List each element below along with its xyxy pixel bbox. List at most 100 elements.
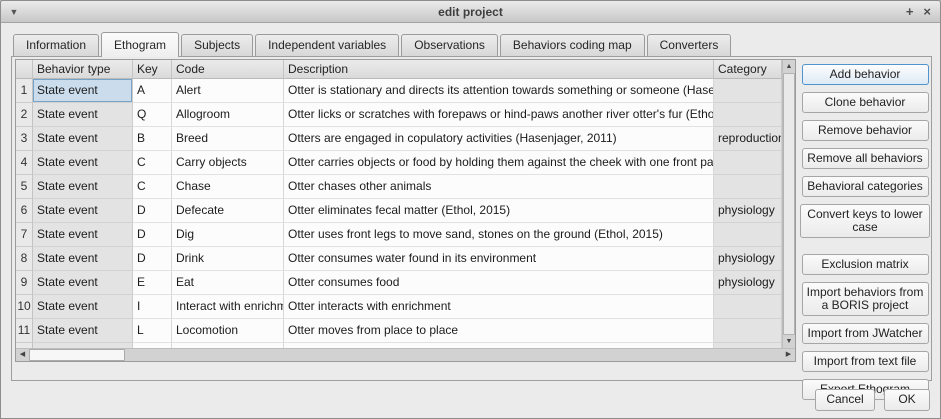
header-corner[interactable] (16, 60, 33, 79)
behavior-type-cell[interactable]: State event (33, 103, 133, 127)
tab-independent-variables[interactable]: Independent variables (255, 34, 399, 56)
maximize-button[interactable]: + (906, 5, 914, 18)
clone-behavior-button[interactable]: Clone behavior (802, 92, 929, 113)
row-number-cell[interactable]: 2 (16, 103, 33, 127)
row-number-cell[interactable]: 1 (16, 79, 33, 103)
title-bar[interactable]: ▼ edit project + × (1, 1, 940, 23)
scroll-left-icon[interactable]: ◀ (16, 349, 29, 361)
behavior-type-cell[interactable]: State event (33, 127, 133, 151)
category-cell[interactable] (714, 295, 782, 319)
key-cell[interactable]: L (133, 319, 172, 343)
category-cell[interactable] (714, 319, 782, 343)
cancel-button[interactable]: Cancel (815, 389, 875, 411)
behavior-type-cell[interactable]: State event (33, 175, 133, 199)
description-cell[interactable]: Otter moves from place to place (284, 319, 714, 343)
code-cell[interactable]: Interact with enrichment (172, 295, 284, 319)
description-cell[interactable]: Otter eliminates fecal matter (Ethol, 20… (284, 199, 714, 223)
behavior-type-cell[interactable]: State event (33, 247, 133, 271)
row-number-cell[interactable]: 7 (16, 223, 33, 247)
tab-information[interactable]: Information (13, 34, 99, 56)
tab-subjects[interactable]: Subjects (181, 34, 253, 56)
key-cell[interactable]: I (133, 295, 172, 319)
behavior-type-cell[interactable]: State event (33, 79, 133, 103)
vertical-scroll-handle[interactable] (783, 73, 795, 335)
category-cell[interactable] (714, 151, 782, 175)
ok-button[interactable]: OK (884, 389, 930, 411)
key-cell[interactable]: D (133, 223, 172, 247)
tab-observations[interactable]: Observations (401, 34, 498, 56)
row-number-cell[interactable]: 6 (16, 199, 33, 223)
remove-behavior-button[interactable]: Remove behavior (802, 120, 929, 141)
behavior-type-cell[interactable]: State event (33, 223, 133, 247)
behavior-type-cell[interactable]: State event (33, 199, 133, 223)
category-cell[interactable]: physiology (714, 199, 782, 223)
row-number-cell[interactable]: 9 (16, 271, 33, 295)
scroll-down-icon[interactable]: ▼ (783, 335, 795, 348)
row-number-cell[interactable]: 10 (16, 295, 33, 319)
key-cell[interactable]: D (133, 199, 172, 223)
convert-keys-to-lower-case-button[interactable]: Convert keys to lower case (800, 204, 930, 238)
category-cell[interactable]: physiology (714, 271, 782, 295)
tab-converters[interactable]: Converters (647, 34, 732, 56)
key-cell[interactable]: C (133, 151, 172, 175)
code-cell[interactable]: Dig (172, 223, 284, 247)
description-cell[interactable]: Otters are engaged in copulatory activit… (284, 127, 714, 151)
behavior-type-cell[interactable]: State event (33, 295, 133, 319)
description-cell[interactable]: Otter consumes water found in its enviro… (284, 247, 714, 271)
key-cell[interactable]: Q (133, 103, 172, 127)
header-category[interactable]: Category (714, 60, 782, 79)
horizontal-scrollbar[interactable]: ◀ ▶ (16, 348, 795, 361)
category-cell[interactable] (714, 175, 782, 199)
category-cell[interactable] (714, 79, 782, 103)
header-code[interactable]: Code (172, 60, 284, 79)
code-cell[interactable]: Carry objects (172, 151, 284, 175)
key-cell[interactable]: B (133, 127, 172, 151)
code-cell[interactable]: Defecate (172, 199, 284, 223)
row-number-cell[interactable]: 3 (16, 127, 33, 151)
horizontal-scroll-handle[interactable] (29, 349, 125, 361)
code-cell[interactable]: Allogroom (172, 103, 284, 127)
tab-ethogram[interactable]: Ethogram (101, 32, 179, 57)
row-number-cell[interactable]: 5 (16, 175, 33, 199)
key-cell[interactable]: D (133, 247, 172, 271)
import-from-text-file-button[interactable]: Import from text file (802, 351, 929, 372)
behavior-type-cell[interactable]: State event (33, 151, 133, 175)
header-description[interactable]: Description (284, 60, 714, 79)
description-cell[interactable]: Otter carries objects or food by holding… (284, 151, 714, 175)
key-cell[interactable]: E (133, 271, 172, 295)
exclusion-matrix-button[interactable]: Exclusion matrix (802, 254, 929, 275)
description-cell[interactable]: Otter chases other animals (284, 175, 714, 199)
code-cell[interactable]: Drink (172, 247, 284, 271)
description-cell[interactable]: Otter is stationary and directs its atte… (284, 79, 714, 103)
category-cell[interactable]: reproduction (714, 127, 782, 151)
description-cell[interactable]: Otter licks or scratches with forepaws o… (284, 103, 714, 127)
category-cell[interactable] (714, 103, 782, 127)
behavior-type-cell[interactable]: State event (33, 271, 133, 295)
key-cell[interactable]: C (133, 175, 172, 199)
code-cell[interactable]: Eat (172, 271, 284, 295)
behavior-type-cell[interactable]: State event (33, 319, 133, 343)
code-cell[interactable]: Locomotion (172, 319, 284, 343)
header-key[interactable]: Key (133, 60, 172, 79)
row-number-cell[interactable]: 8 (16, 247, 33, 271)
code-cell[interactable]: Alert (172, 79, 284, 103)
category-cell[interactable]: physiology (714, 247, 782, 271)
description-cell[interactable]: Otter consumes food (284, 271, 714, 295)
add-behavior-button[interactable]: Add behavior (802, 64, 929, 85)
key-cell[interactable]: A (133, 79, 172, 103)
description-cell[interactable]: Otter uses front legs to move sand, ston… (284, 223, 714, 247)
behavioral-categories-button[interactable]: Behavioral categories (802, 176, 929, 197)
scroll-right-icon[interactable]: ▶ (782, 349, 795, 361)
remove-all-behaviors-button[interactable]: Remove all behaviors (802, 148, 929, 169)
code-cell[interactable]: Breed (172, 127, 284, 151)
tab-behaviors-coding-map[interactable]: Behaviors coding map (500, 34, 645, 56)
import-from-jwatcher-button[interactable]: Import from JWatcher (802, 323, 929, 344)
scroll-up-icon[interactable]: ▲ (783, 60, 795, 73)
import-behaviors-from-a-boris-project-button[interactable]: Import behaviors from a BORIS project (802, 282, 929, 316)
row-number-cell[interactable]: 4 (16, 151, 33, 175)
category-cell[interactable] (714, 223, 782, 247)
header-behavior-type[interactable]: Behavior type (33, 60, 133, 79)
row-number-cell[interactable]: 11 (16, 319, 33, 343)
description-cell[interactable]: Otter interacts with enrichment (284, 295, 714, 319)
code-cell[interactable]: Chase (172, 175, 284, 199)
